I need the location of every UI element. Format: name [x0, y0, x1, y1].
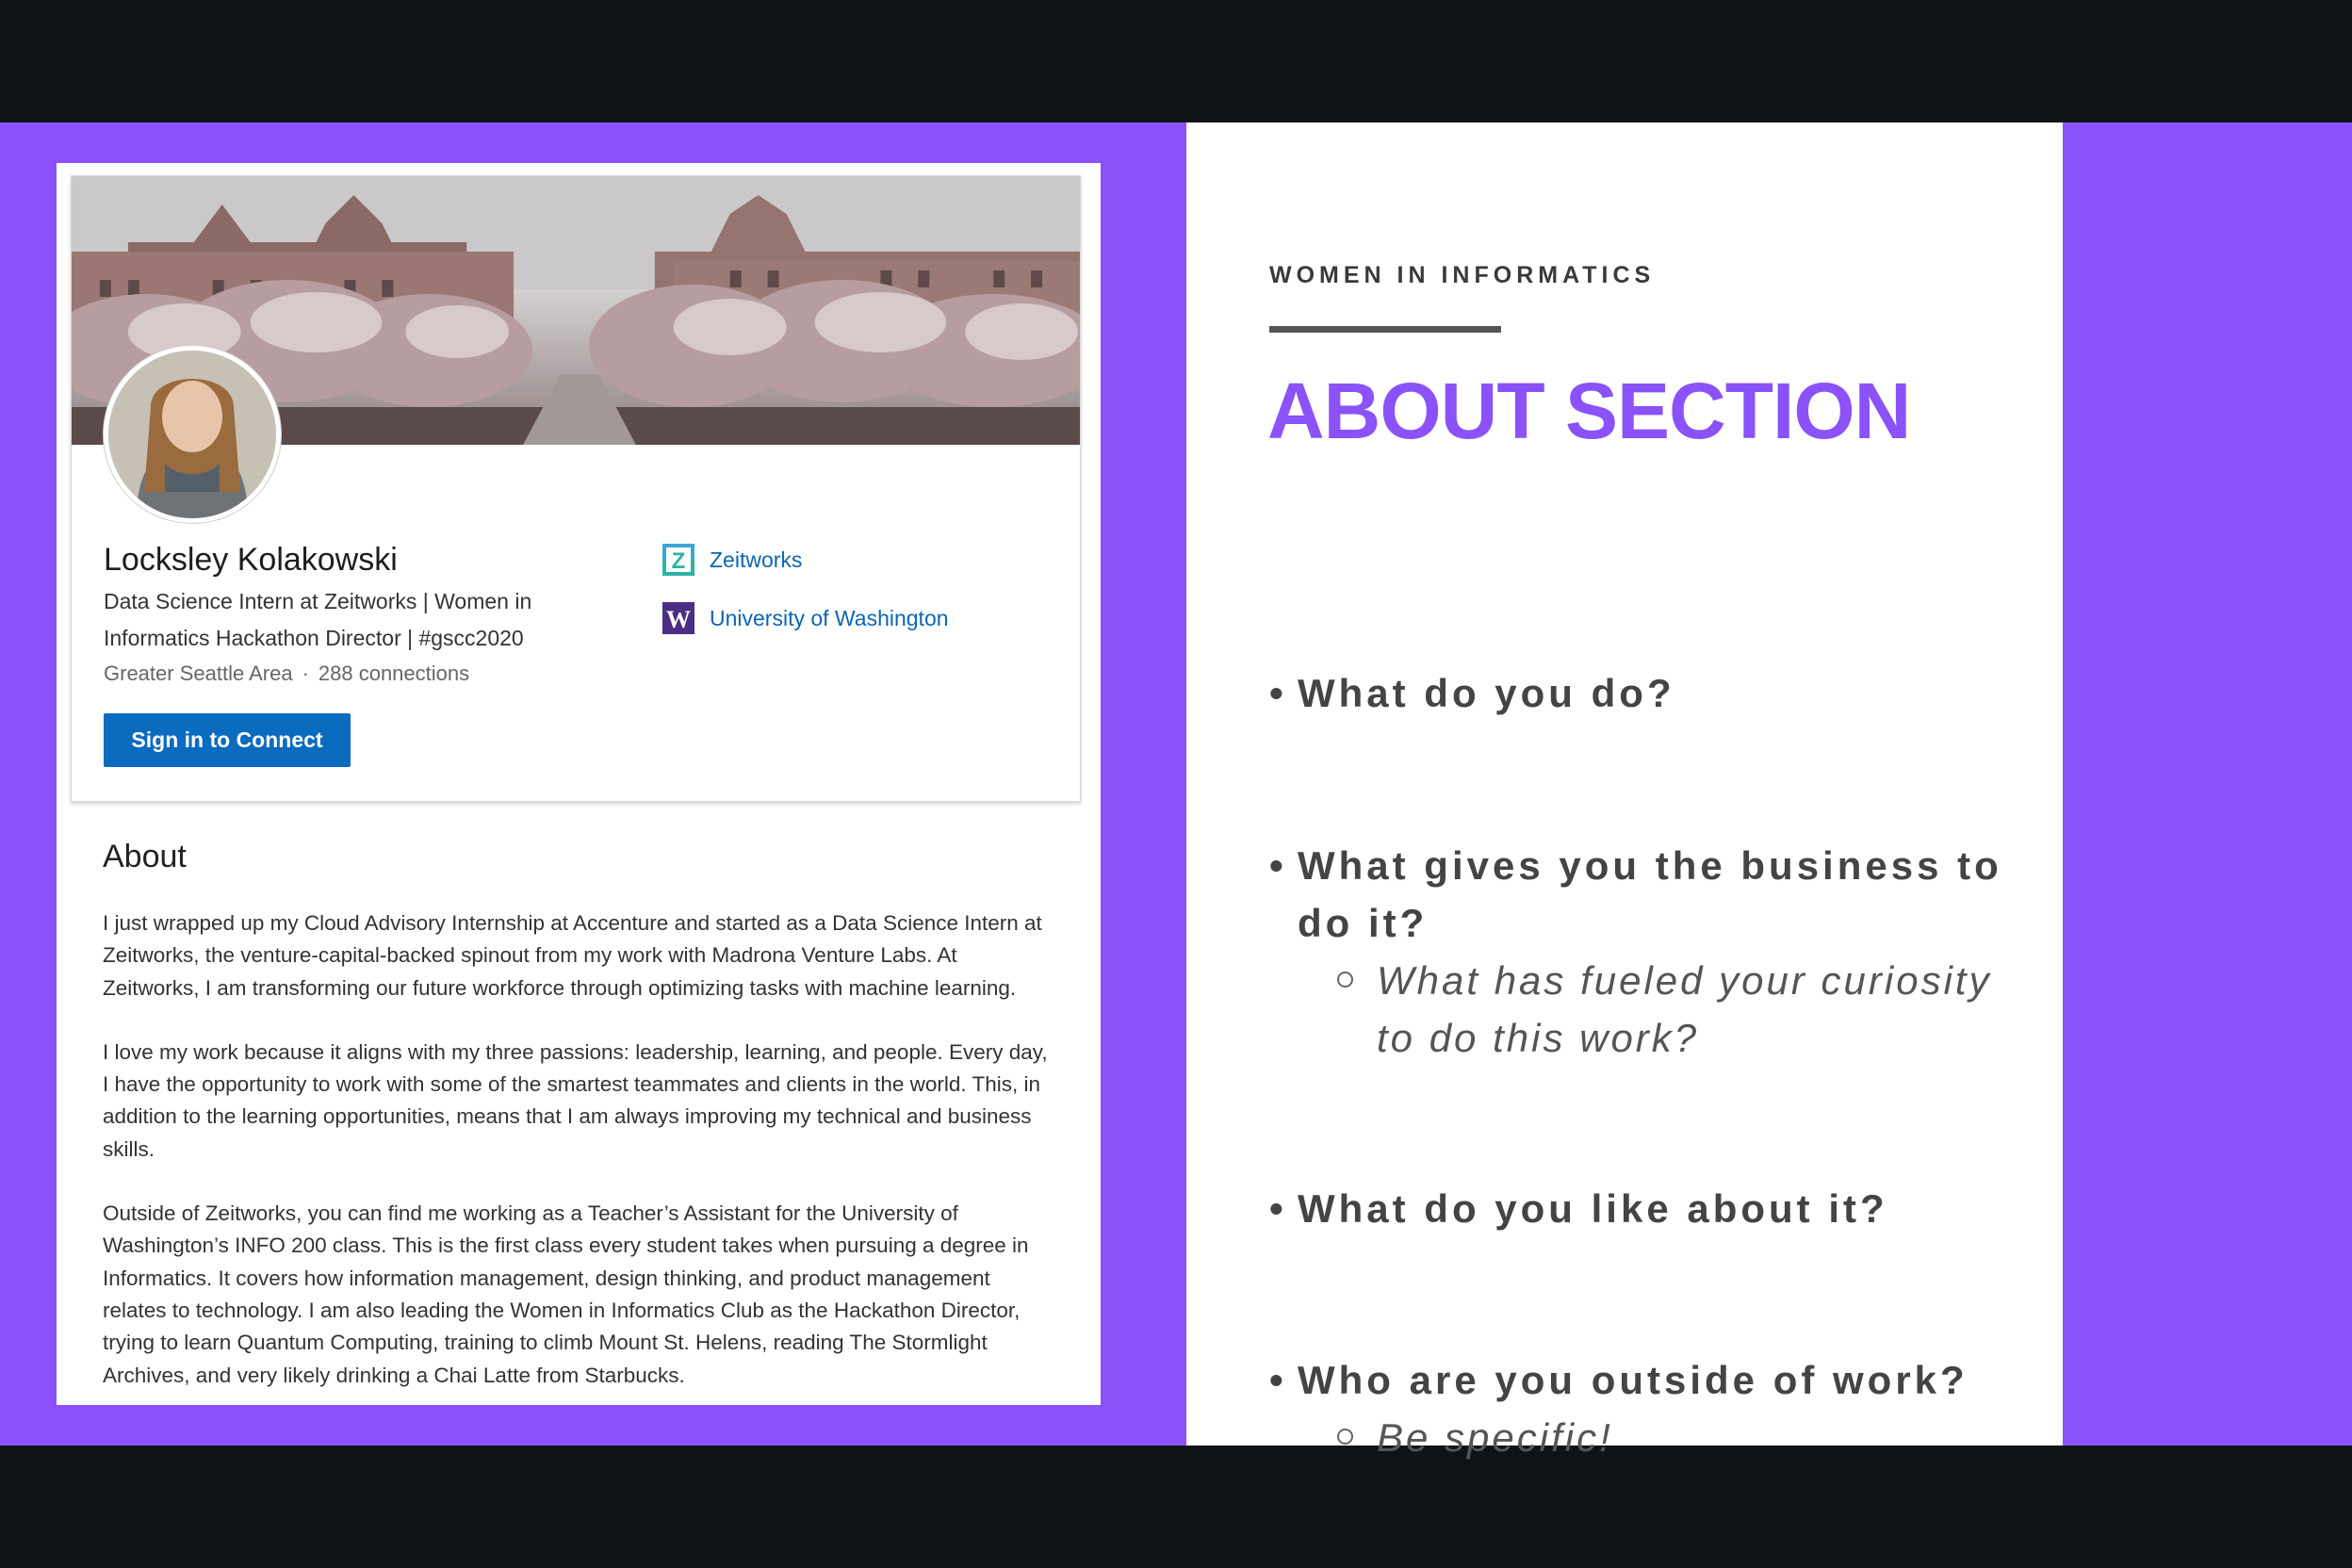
org-name[interactable]: Zeitworks: [710, 547, 802, 573]
about-paragraph: I just wrapped up my Cloud Advisory Inte…: [103, 911, 1042, 1000]
profile-headline: Data Science Intern at Zeitworks | Women…: [104, 589, 532, 650]
meta-separator: ·: [302, 662, 309, 685]
sign-in-to-connect-button[interactable]: Sign in to Connect: [104, 713, 351, 767]
org-name[interactable]: University of Washington: [710, 606, 949, 631]
slide-background: Locksley Kolakowski Data Science Intern …: [0, 122, 2352, 1460]
uw-logo-letter: W: [666, 606, 691, 633]
about-paragraph: I love my work because it aligns with my…: [103, 1039, 1048, 1161]
question-bullet: • What do you like about it?: [1269, 1180, 2033, 1237]
sub-question-text: What has fueled your curiosity to do thi…: [1377, 958, 1992, 1060]
profile-connections[interactable]: 288 connections: [318, 662, 469, 685]
uw-logo-icon: W: [662, 602, 694, 634]
sub-question-text: Be specific!: [1377, 1415, 1613, 1460]
org-university-of-washington[interactable]: W University of Washington: [662, 602, 949, 634]
zeitworks-logo-icon: Z: [662, 544, 694, 576]
org-zeitworks[interactable]: Z Zeitworks: [662, 544, 802, 576]
question-text: What do you like about it?: [1298, 1186, 1888, 1231]
sub-question-bullet: What has fueled your curiosity to do thi…: [1337, 952, 2016, 1067]
question-bullet: • What do you do?: [1269, 664, 2033, 722]
bullet-glyph: •: [1269, 1358, 1287, 1402]
profile-card: Locksley Kolakowski Data Science Intern …: [71, 175, 1081, 802]
hollow-bullet-icon: [1337, 1429, 1353, 1445]
hollow-bullet-icon: [1337, 972, 1353, 988]
bullet-glyph: •: [1269, 843, 1287, 888]
profile-location: Greater Seattle Area: [104, 662, 293, 685]
about-paragraph: Outside of Zeitworks, you can find me wo…: [103, 1201, 1029, 1387]
about-body: I just wrapped up my Cloud Advisory Inte…: [103, 907, 1054, 1424]
kicker-divider: [1269, 326, 1501, 333]
question-text: Who are you outside of work?: [1298, 1358, 1968, 1402]
profile-avatar: [104, 346, 281, 523]
slide-content-panel: WOMEN IN INFORMATICS ABOUT SECTION • Wha…: [1186, 122, 2063, 1460]
profile-name: Locksley Kolakowski: [104, 542, 398, 578]
question-text: What do you do?: [1298, 671, 1675, 715]
about-heading: About: [103, 839, 187, 874]
bullet-glyph: •: [1269, 1186, 1287, 1231]
zeitworks-logo-letter: Z: [672, 548, 686, 574]
question-bullet: • What gives you the business to do it?: [1269, 837, 2033, 952]
question-bullet: • Who are you outside of work?: [1269, 1351, 2033, 1409]
bullet-glyph: •: [1269, 671, 1287, 715]
profile-screenshot: Locksley Kolakowski Data Science Intern …: [57, 163, 1101, 1405]
profile-meta: Greater Seattle Area · 288 connections: [104, 662, 469, 686]
slide-kicker: WOMEN IN INFORMATICS: [1269, 262, 1656, 288]
question-text: What gives you the business to do it?: [1298, 843, 2002, 945]
slide-title: ABOUT SECTION: [1267, 367, 1911, 455]
sub-question-bullet: Be specific!: [1337, 1409, 2016, 1466]
